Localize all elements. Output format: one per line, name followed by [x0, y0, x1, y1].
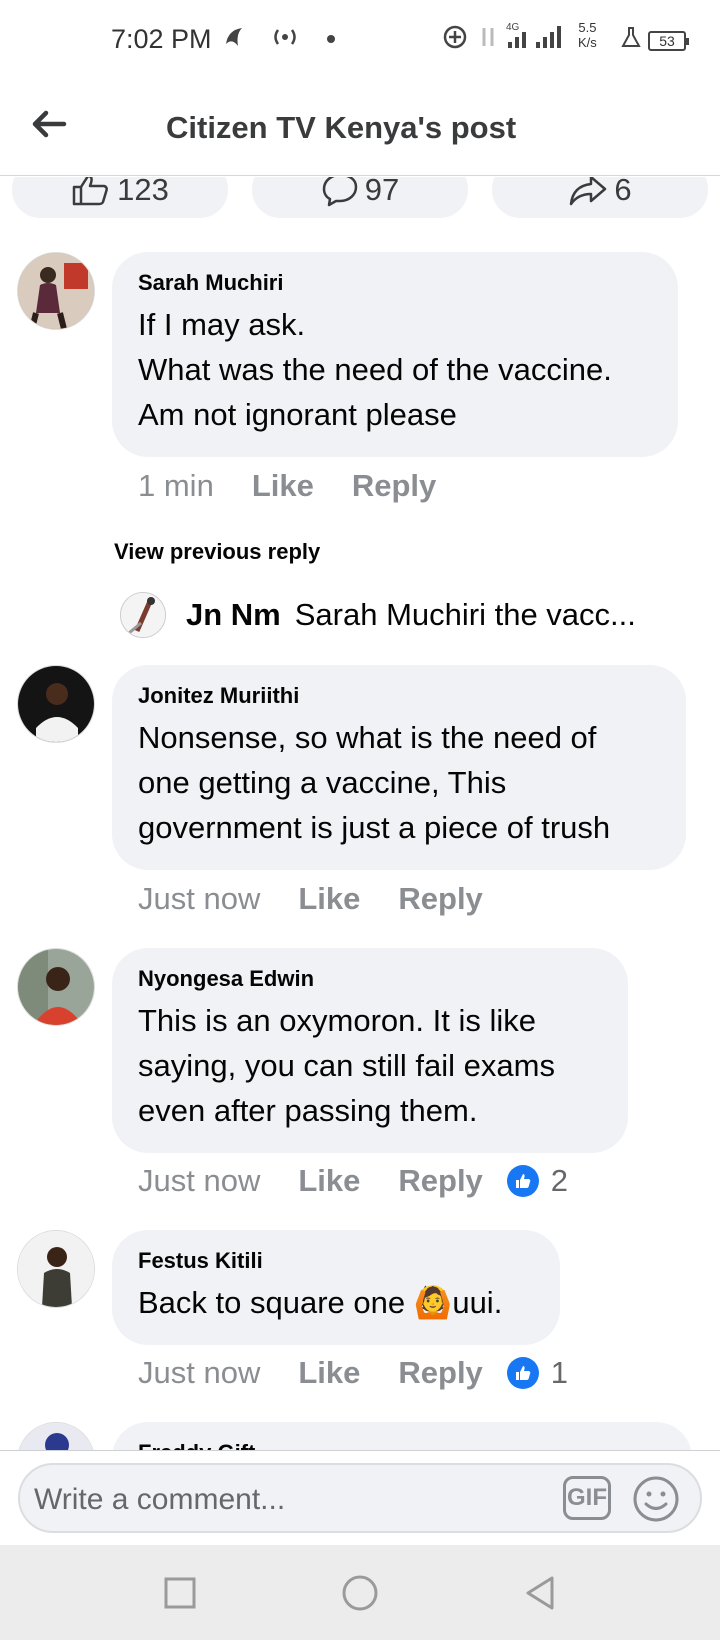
- reply-button[interactable]: Reply: [398, 881, 482, 917]
- hotspot-icon: [270, 24, 300, 56]
- reply-preview[interactable]: Jn Nm Sarah Muchiri the vacc...: [120, 592, 680, 638]
- comments-pill[interactable]: 97: [252, 177, 468, 218]
- reply-preview-text: Sarah Muchiri the vacc...: [294, 597, 636, 632]
- comment-bubble[interactable]: Nyongesa Edwin This is an oxymoron. It i…: [112, 948, 628, 1153]
- status-time: 7:02 PM: [111, 24, 212, 54]
- gif-icon[interactable]: GIF: [563, 1476, 611, 1520]
- reply-button[interactable]: Reply: [398, 1163, 482, 1199]
- battery-level: 53: [648, 31, 689, 51]
- comment-actions: Just now Like Reply 1: [138, 1355, 568, 1391]
- thumbs-up-icon: [72, 177, 109, 205]
- triangle-back-nav-icon[interactable]: [520, 1573, 560, 1613]
- comment-text: If I may ask. What was the need of the v…: [138, 307, 612, 432]
- comment-placeholder: Write a comment...: [34, 1483, 286, 1516]
- comments-count: 97: [364, 177, 400, 207]
- comment-composer: Write a comment... GIF: [0, 1450, 720, 1545]
- square-nav-icon[interactable]: [160, 1573, 200, 1613]
- comment-author[interactable]: Sarah Muchiri: [138, 270, 652, 296]
- reaction-count[interactable]: 2: [551, 1163, 568, 1199]
- reply-author[interactable]: Jn Nm: [186, 597, 281, 633]
- shares-count: 6: [614, 177, 632, 207]
- reaction-count[interactable]: 1: [551, 1355, 568, 1391]
- avatar[interactable]: [17, 948, 95, 1026]
- network-label: 4G: [506, 22, 520, 33]
- data-transfer-icon: [478, 24, 498, 56]
- status-bar: 7:02 PM 4G 5.5 K/s 53: [0, 0, 720, 80]
- circle-nav-icon[interactable]: [340, 1573, 380, 1613]
- back-button[interactable]: [26, 102, 70, 146]
- comment-actions: Just now Like Reply 2: [138, 1163, 568, 1199]
- signal-icon: 4G: [506, 20, 580, 58]
- comment-actions: Just now Like Reply: [138, 881, 521, 917]
- view-previous-reply-link[interactable]: View previous reply: [114, 539, 320, 565]
- comment-bubble[interactable]: Freddy Gift: [112, 1422, 692, 1450]
- flask-icon: [620, 24, 642, 56]
- net-speed: 5.5 K/s: [578, 20, 597, 50]
- reply-button[interactable]: Reply: [398, 1355, 482, 1391]
- comment-time: Just now: [138, 881, 261, 916]
- comment-time: Just now: [138, 1355, 261, 1390]
- comment-time: Just now: [138, 1163, 261, 1198]
- shares-pill[interactable]: 6: [492, 177, 708, 218]
- page-title: Citizen TV Kenya's post: [166, 110, 517, 145]
- like-reaction-icon[interactable]: [506, 1357, 539, 1389]
- net-speed-unit: K/s: [578, 35, 597, 50]
- comment-author[interactable]: Nyongesa Edwin: [138, 966, 602, 992]
- like-button[interactable]: Like: [298, 881, 360, 917]
- likes-count: 123: [117, 177, 169, 207]
- like-button[interactable]: Like: [298, 1355, 360, 1391]
- comment-time: 1 min: [138, 468, 214, 503]
- avatar[interactable]: [17, 1422, 95, 1450]
- notification-icon: [222, 24, 248, 56]
- reply-button[interactable]: Reply: [352, 468, 436, 504]
- comment-actions: 1 min Like Reply: [138, 468, 474, 504]
- comment-text: Back to square one 🙆uui.: [138, 1285, 503, 1320]
- like-button[interactable]: Like: [298, 1163, 360, 1199]
- comment-bubble[interactable]: Festus Kitili Back to square one 🙆uui.: [112, 1230, 560, 1345]
- avatar[interactable]: [17, 665, 95, 743]
- like-reaction-icon[interactable]: [506, 1165, 539, 1197]
- comment-bubble[interactable]: Sarah Muchiri If I may ask. What was the…: [112, 252, 678, 457]
- avatar[interactable]: [17, 1230, 95, 1308]
- net-speed-value: 5.5: [578, 20, 597, 35]
- data-saver-icon: [442, 24, 468, 56]
- emoji-icon[interactable]: [632, 1475, 680, 1523]
- comment-text: Nonsense, so what is the need of one get…: [138, 720, 611, 845]
- comment-input[interactable]: Write a comment... GIF: [18, 1463, 702, 1533]
- avatar[interactable]: [120, 592, 166, 638]
- dot-icon: [326, 24, 336, 56]
- comment-author[interactable]: Freddy Gift: [138, 1440, 666, 1450]
- like-button[interactable]: Like: [252, 468, 314, 504]
- top-app-bar: Citizen TV Kenya's post: [0, 80, 720, 176]
- avatar[interactable]: [17, 252, 95, 330]
- likes-pill[interactable]: 123: [12, 177, 228, 218]
- share-icon: [570, 177, 607, 205]
- comment-author[interactable]: Jonitez Muriithi: [138, 683, 660, 709]
- system-nav-bar: [0, 1545, 720, 1640]
- comment-author[interactable]: Festus Kitili: [138, 1248, 534, 1274]
- comment-text: This is an oxymoron. It is like saying, …: [138, 1003, 555, 1128]
- comment-bubble[interactable]: Jonitez Muriithi Nonsense, so what is th…: [112, 665, 686, 870]
- comments-feed[interactable]: 123 97 6 Sarah Muchiri If I may ask. Wha…: [0, 177, 720, 1450]
- comment-icon: [322, 177, 357, 206]
- back-arrow-icon: [32, 110, 67, 138]
